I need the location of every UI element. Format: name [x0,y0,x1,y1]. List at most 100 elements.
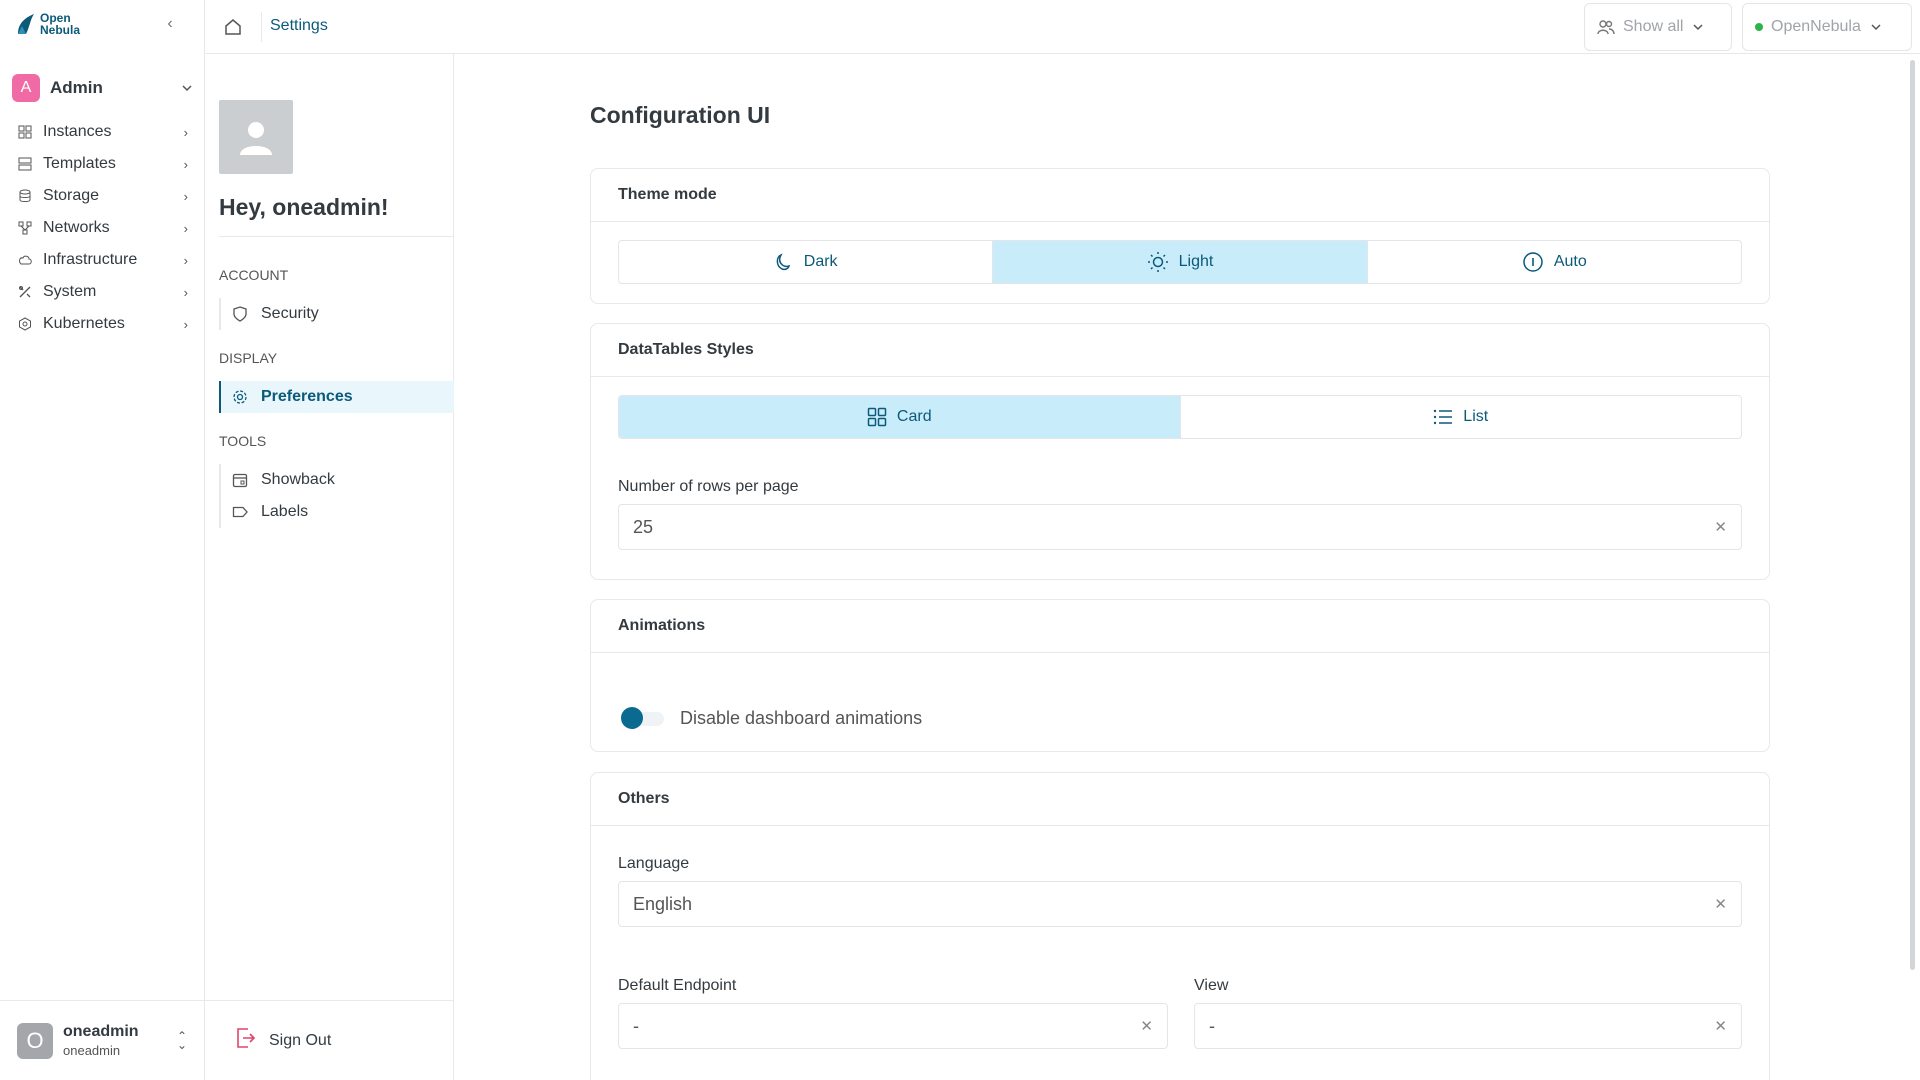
sidebar-item-system[interactable]: System › [16,276,188,308]
user-name: oneadmin [63,1023,139,1040]
toggle-switch[interactable] [618,703,670,733]
chevron-right-icon: › [183,124,188,140]
sign-out-button[interactable]: Sign Out [235,1026,331,1055]
settings-item-label: Showback [261,471,335,488]
group-selector[interactable]: A Admin [12,72,194,104]
theme-option-label: Dark [803,253,838,270]
settings-item-preferences[interactable]: Preferences [221,381,454,413]
chevron-right-icon: › [183,156,188,172]
settings-item-labels[interactable]: Labels [221,496,454,528]
close-icon[interactable]: ✕ [1714,1017,1727,1035]
home-button[interactable] [223,17,243,37]
group-name: Admin [50,78,103,97]
chevron-right-icon: › [183,188,188,204]
default-endpoint-select[interactable]: - ✕ [618,1003,1168,1049]
sidebar-item-label: Networks [43,219,110,236]
toggle-label: Disable dashboard animations [680,707,923,728]
theme-option-light[interactable]: Light [993,241,1368,283]
rows-per-page-label: Number of rows per page [618,478,799,495]
zone-label: OpenNebula [1771,18,1861,35]
sidebar-item-label: Infrastructure [43,251,138,268]
status-dot [1755,23,1763,31]
language-select[interactable]: English ✕ [618,881,1742,927]
settings-item-label: Security [261,305,319,322]
theme-option-auto[interactable]: Auto [1368,241,1741,283]
scrollbar-thumb[interactable] [1910,60,1915,970]
disable-animations-toggle[interactable]: Disable dashboard animations [618,703,922,733]
language-label: Language [618,855,690,872]
section-title-account: ACCOUNT [219,267,289,283]
theme-option-label: Auto [1553,253,1587,270]
others-card: Others Language English ✕ Default Endpoi… [590,772,1770,1080]
chevron-right-icon: › [183,252,188,268]
sidebar-item-kubernetes[interactable]: Kubernetes › [16,308,188,340]
breadcrumb[interactable]: Settings [270,17,328,35]
style-option-label: List [1463,408,1489,425]
page-title: Configuration UI [590,102,771,128]
shield-icon [231,305,249,323]
account-items: Security [219,298,454,330]
theme-option-dark[interactable]: Dark [619,241,994,283]
rows-per-page-select[interactable]: 25 ✕ [618,504,1742,550]
theme-option-label: Light [1178,253,1214,270]
show-all-label: Show all [1623,18,1684,35]
cloud-icon [16,251,34,269]
user-placeholder-icon [240,122,272,155]
settings-item-security[interactable]: Security [221,298,454,330]
scrollbar[interactable] [1910,60,1915,1080]
animations-card: Animations Disable dashboard animations [590,599,1770,752]
default-endpoint-label: Default Endpoint [618,977,737,994]
chevron-right-icon: › [183,220,188,236]
card-title: Animations [591,600,1769,653]
group-filter-button[interactable]: Show all [1584,3,1732,51]
sidebar-item-label: Storage [43,187,100,204]
style-option-label: Card [896,408,932,425]
card-title: Others [591,773,1769,826]
users-icon [1597,20,1615,35]
collapse-sidebar-button[interactable]: ‹ [162,16,178,32]
home-icon [225,19,241,35]
sidebar-item-label: Instances [43,123,112,140]
sidebar-item-networks[interactable]: Networks › [16,212,188,244]
view-value: - [1209,1015,1215,1036]
close-icon[interactable]: ✕ [1140,1017,1153,1035]
sidebar-item-infrastructure[interactable]: Infrastructure › [16,244,188,276]
style-option-list[interactable]: List [1181,396,1742,438]
greeting: Hey, oneadmin! [219,194,389,220]
unfold-icon[interactable]: ⌃ ⌄ [177,1030,187,1051]
sidebar-item-storage[interactable]: Storage › [16,180,188,212]
view-select[interactable]: - ✕ [1194,1003,1742,1049]
sign-out-label: Sign Out [269,1031,332,1049]
close-icon[interactable]: ✕ [1714,895,1727,913]
rows-per-page-value: 25 [633,516,654,537]
language-value: English [633,893,693,914]
grid-icon [867,407,887,427]
settings-item-label: Labels [261,503,309,520]
style-option-card[interactable]: Card [619,396,1181,438]
tools-items: Showback Labels [219,464,454,528]
settings-item-showback[interactable]: Showback [221,464,454,496]
settings-item-label: Preferences [261,388,353,405]
chevron-right-icon: › [183,284,188,300]
sidebar-item-label: Kubernetes [43,315,125,332]
close-icon[interactable]: ✕ [1714,518,1727,536]
brand-logo[interactable]: Open Nebula [16,12,80,36]
sidebar-item-instances[interactable]: Instances › [16,116,188,148]
default-endpoint-value: - [633,1015,639,1036]
display-items: Preferences [219,381,454,413]
profile-picture[interactable] [219,100,293,174]
user-subtitle: oneadmin [63,1043,121,1058]
sidebar-item-templates[interactable]: Templates › [16,148,188,180]
sun-icon [1147,252,1168,272]
user-menu[interactable]: O oneadmin oneadmin ⌃ ⌄ [0,1000,205,1080]
settings-nav: Hey, oneadmin! ACCOUNT Security DISPLAY … [205,54,454,1080]
section-title-tools: TOOLS [219,433,267,449]
divider [219,236,454,237]
instances-icon [16,123,34,141]
chevron-right-icon: › [183,316,188,332]
theme-mode-selector: Dark Light Auto [618,240,1742,284]
zone-selector-button[interactable]: OpenNebula [1742,3,1912,51]
breadcrumb-divider [261,12,262,42]
storage-icon [16,187,34,205]
chevron-down-icon [182,85,192,92]
